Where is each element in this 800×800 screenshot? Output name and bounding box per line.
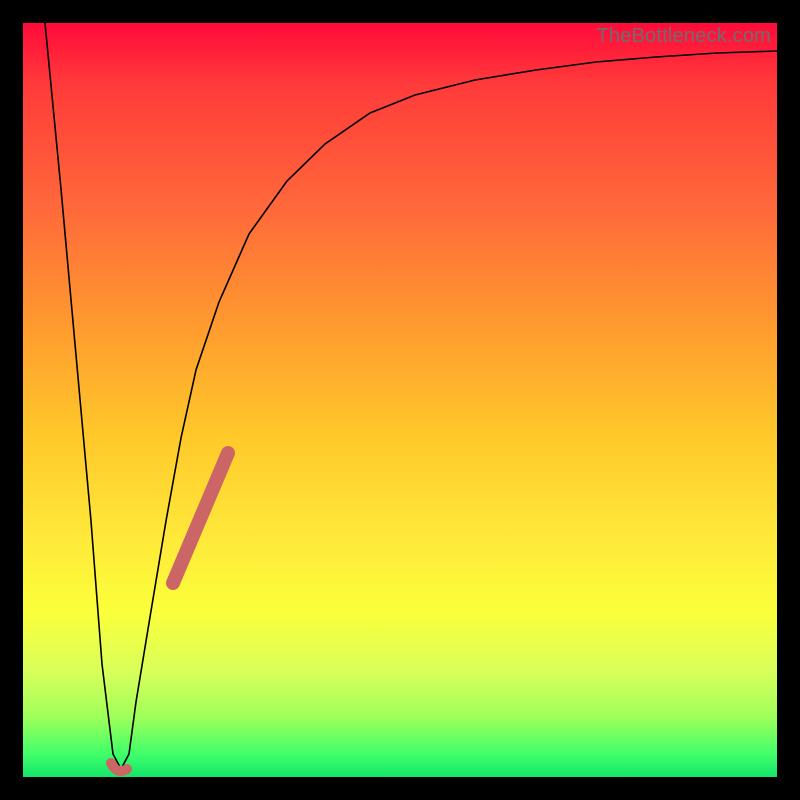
chart-svg	[23, 23, 777, 777]
plot-area: TheBottleneck.com	[23, 23, 777, 777]
highlight-segment	[173, 453, 228, 583]
chart-frame: TheBottleneck.com	[0, 0, 800, 800]
bottleneck-curve	[45, 23, 777, 769]
